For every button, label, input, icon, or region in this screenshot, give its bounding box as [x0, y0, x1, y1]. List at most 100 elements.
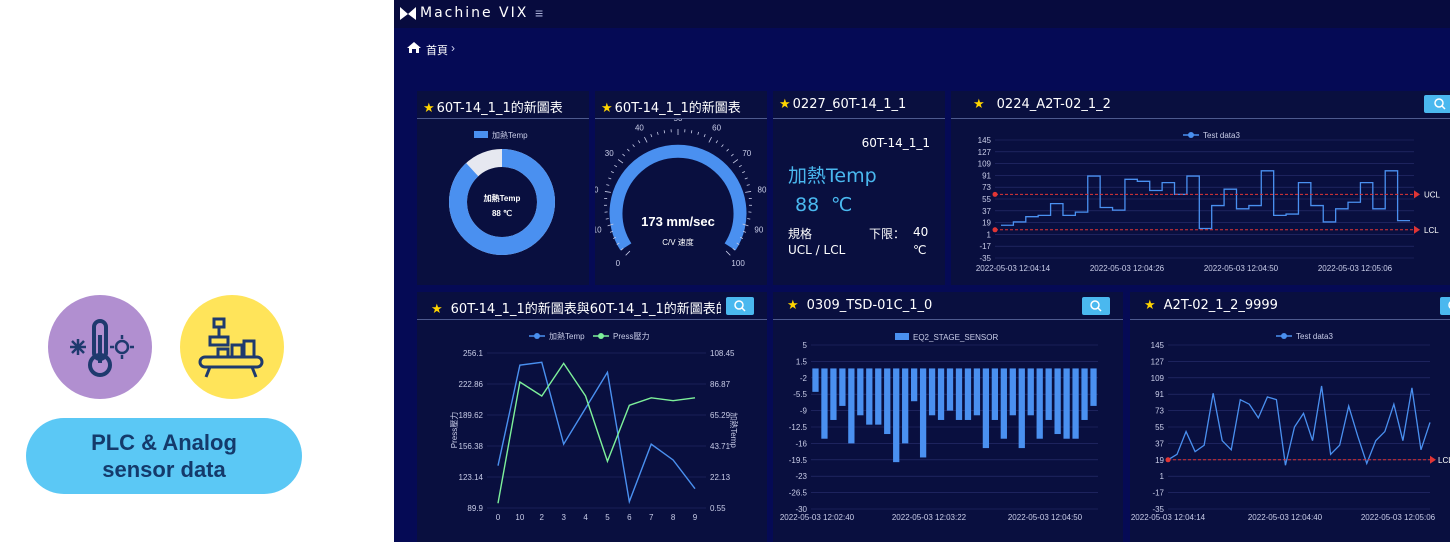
y-right-tick-label: 86.87 — [710, 380, 731, 389]
menu-icon[interactable]: ≡ — [535, 5, 543, 21]
bar — [1054, 368, 1061, 435]
legend-marker — [1281, 333, 1287, 339]
limit-arrow — [1430, 455, 1436, 464]
bar — [812, 368, 819, 392]
gauge-tick — [625, 250, 631, 256]
gauge-tick — [703, 134, 706, 138]
star-icon[interactable]: ★ — [779, 97, 791, 112]
legend-label: Test data3 — [1203, 131, 1240, 140]
bar — [884, 368, 891, 435]
gauge-tick — [650, 134, 653, 138]
breadcrumb-home[interactable]: 首頁 — [426, 42, 448, 58]
bar — [1063, 368, 1070, 439]
gauge-tick — [690, 130, 693, 134]
y-tick-label: 19 — [982, 219, 991, 228]
x-tick-label: 9 — [693, 513, 698, 522]
gauge-sub-label: C/V 速度 — [662, 237, 694, 247]
bar — [964, 368, 972, 420]
bar — [893, 368, 900, 463]
bar — [830, 368, 837, 420]
mixed-line-chart: 加熱Temp Press壓力 256.1 222.86 189.62 156.38 123.… — [449, 331, 739, 522]
bar — [991, 368, 998, 420]
search-button[interactable] — [1424, 95, 1450, 113]
y-tick-label: 37 — [982, 207, 991, 216]
gauge-tick — [746, 184, 750, 186]
gauge-tick-label: 90 — [754, 225, 763, 234]
line-chart: Test data314512710991735537191-17-35LCL2… — [1131, 332, 1450, 522]
y-tick-label: -26.5 — [789, 489, 808, 498]
metric-value: 88 — [795, 194, 820, 216]
panel-title: A2T-02_1_2_9999 — [1163, 298, 1278, 313]
gauge-tick-label: 60 — [712, 123, 721, 132]
panel-gauge: ★60T-14_1_1的新圖表 173 mm/sec C/V 速度 0 10 20 3… — [595, 91, 767, 285]
gauge-chart: 173 mm/sec C/V 速度 0 10 20 30 40 50 60 70 80 90 100 — [595, 119, 767, 268]
ucl-lcl-label: UCL / LCL — [788, 243, 846, 257]
x-tick-label: 2022-05-03 12:04:14 — [1131, 513, 1206, 522]
y-left-tick-label: 256.1 — [463, 349, 484, 358]
bar — [946, 368, 954, 411]
gauge-tick — [604, 191, 611, 193]
gauge-tick-label: 50 — [674, 119, 683, 123]
star-icon[interactable]: ★ — [787, 298, 799, 313]
search-button[interactable] — [1440, 297, 1450, 315]
home-icon[interactable] — [406, 41, 422, 54]
y-right-tick-label: 65.29 — [710, 411, 731, 420]
bar — [955, 368, 963, 420]
legend-label-2: Press壓力 — [613, 331, 649, 341]
gauge-tick — [663, 130, 666, 134]
gauge-tick — [721, 144, 724, 148]
metric-unit: ℃ — [831, 194, 853, 216]
x-tick-label: 10 — [515, 513, 524, 522]
bar — [1027, 368, 1034, 416]
y-tick-label: -9 — [800, 407, 808, 416]
x-tick-label: 2022-05-03 12:05:06 — [1361, 513, 1436, 522]
x-tick-label: 2022-05-03 12:04:26 — [1090, 264, 1165, 273]
star-icon[interactable]: ★ — [423, 101, 435, 116]
star-icon[interactable]: ★ — [431, 302, 443, 317]
factory-badge — [180, 295, 284, 399]
panel-value-card: ★ 0227_60T-14_1_1 60T-14_1_1 加熱Temp 88 ℃ … — [773, 91, 945, 285]
y-right-axis-label: 加熱Temp — [729, 412, 739, 448]
legend-marker-1 — [534, 333, 540, 339]
y-tick-label: 55 — [982, 195, 991, 204]
badge-line-2: sensor data — [102, 457, 226, 482]
limit-marker — [1165, 457, 1171, 463]
star-icon[interactable]: ★ — [973, 97, 985, 112]
y-left-tick-label: 189.62 — [459, 411, 484, 420]
legend-swatch — [895, 333, 909, 340]
gauge-tick — [617, 159, 624, 164]
y-tick-label: -35 — [979, 254, 991, 263]
gauge-tick — [614, 164, 618, 168]
star-icon[interactable]: ★ — [1144, 298, 1156, 313]
search-icon — [734, 300, 746, 312]
bar — [973, 368, 981, 416]
gauge-tick-label: 70 — [742, 149, 751, 158]
bar — [911, 368, 918, 402]
bar — [1090, 368, 1097, 406]
y-tick-label: 109 — [1151, 374, 1165, 383]
search-button[interactable] — [1082, 297, 1110, 315]
gauge-tick-label: 10 — [595, 225, 602, 234]
series-line — [1001, 170, 1410, 230]
ucl-lcl-unit: ℃ — [913, 243, 927, 257]
bar-chart: EQ2_STAGE_SENSOR 5 1.5 -2 -5.5 -9 -12.5 -16 -19.… — [780, 333, 1098, 522]
y-tick-label: -23 — [795, 472, 807, 481]
star-icon[interactable]: ★ — [601, 101, 613, 116]
bar — [937, 368, 945, 420]
y-tick-label: 1 — [1160, 472, 1165, 481]
donut-center-value: 88 ℃ — [492, 209, 512, 218]
y-right-tick-label: 108.45 — [710, 349, 735, 358]
gauge-tick — [632, 144, 635, 148]
gauge-tick — [608, 177, 612, 180]
step-line-chart: Test data3 145 127 109 91 73 55 37 19 1 -17 -35 UCL L… — [976, 131, 1441, 273]
y-right-tick-label: 0.55 — [710, 504, 726, 513]
metric-name: 加熱Temp — [788, 165, 877, 187]
x-tick-label: 2022-05-03 12:05:06 — [1318, 264, 1393, 273]
bar — [928, 368, 936, 416]
y-tick-label: -5.5 — [793, 390, 807, 399]
search-button[interactable] — [726, 297, 754, 315]
gauge-tick — [644, 136, 648, 143]
gauge-tick-label: 20 — [595, 186, 599, 195]
gauge-tick — [726, 148, 729, 152]
gauge-tick-label: 80 — [758, 186, 767, 195]
